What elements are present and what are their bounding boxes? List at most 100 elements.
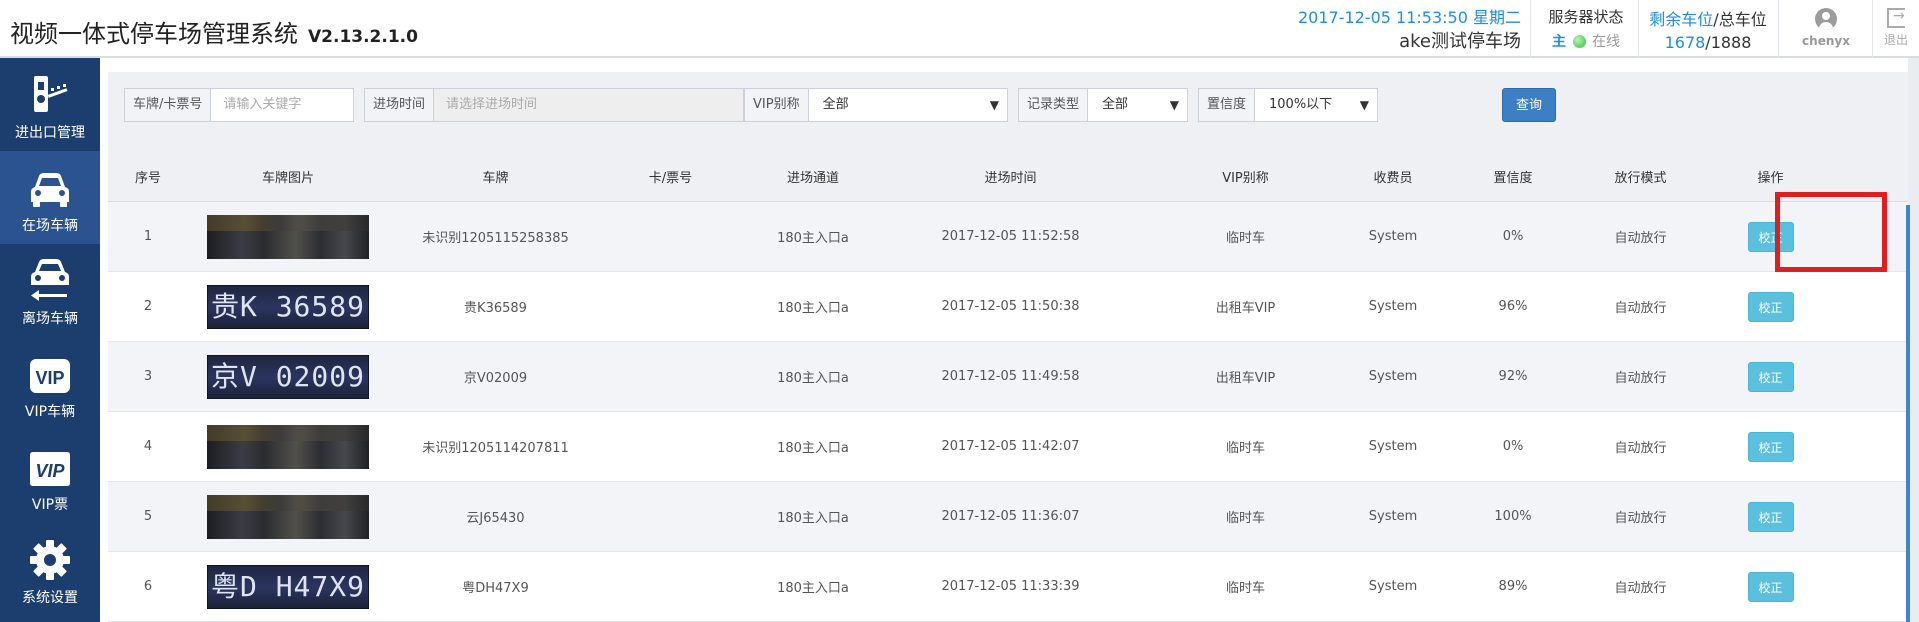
header-divider xyxy=(1778,0,1779,58)
sidebar-item-label: 进出口管理 xyxy=(15,125,85,141)
row-entry-time: 2017-12-05 11:36:07 xyxy=(941,509,1080,524)
filter-bar: 车牌/卡票号 请输入关键字 进场时间 请选择进场时间 VIP别称 全部 ▼ 记录… xyxy=(108,72,1908,152)
car-icon xyxy=(31,173,69,207)
row-no: 5 xyxy=(143,509,153,524)
sidebar-item-vip-vehicles[interactable]: VIP VIP车辆 xyxy=(0,337,100,430)
verify-button[interactable]: 校正 xyxy=(1747,221,1794,252)
row-release-mode: 自动放行 xyxy=(1614,231,1667,246)
spaces-remaining-value: 1678 xyxy=(1664,33,1706,52)
row-confidence: 0% xyxy=(1502,439,1524,454)
record-type-group: 记录类型 全部 ▼ xyxy=(1018,88,1188,122)
record-type-value: 全部 xyxy=(1102,97,1129,112)
plate-search-input[interactable]: 请输入关键字 xyxy=(211,89,353,121)
gate-barrier-icon xyxy=(34,76,68,112)
row-operator: System xyxy=(1368,369,1418,384)
record-type-label: 记录类型 xyxy=(1019,89,1089,121)
verify-button[interactable]: 校正 xyxy=(1747,361,1794,392)
row-operator: System xyxy=(1368,579,1418,594)
record-type-select[interactable]: 全部 ▼ xyxy=(1088,89,1187,121)
table-row[interactable]: 5 云J65430 180主入口a 2017-12-05 11:36:07 临时… xyxy=(108,482,1908,552)
gear-icon xyxy=(30,540,70,580)
online-status-icon xyxy=(1572,35,1586,48)
plate-image[interactable] xyxy=(207,424,369,469)
username: chenyx xyxy=(1802,34,1850,48)
row-channel: 180主入口a xyxy=(777,441,849,456)
plate-search-group: 车牌/卡票号 请输入关键字 xyxy=(124,88,354,122)
row-release-mode: 自动放行 xyxy=(1614,581,1667,596)
current-datetime: 2017-12-05 11:53:50 星期二 xyxy=(1297,8,1521,27)
row-operator: System xyxy=(1368,509,1418,524)
chevron-down-icon: ▼ xyxy=(1359,98,1369,112)
chevron-down-icon: ▼ xyxy=(989,98,999,112)
row-vip: 出租车VIP xyxy=(1215,371,1276,386)
table-row[interactable]: 2 贵K 36589 贵K36589 180主入口a 2017-12-05 11… xyxy=(108,272,1908,342)
row-plate: 京V02009 xyxy=(463,371,528,386)
row-no: 3 xyxy=(143,369,153,384)
plate-image[interactable] xyxy=(207,214,369,259)
plate-image-text: 粤D H47X9 xyxy=(210,569,365,603)
sidebar-item-label: 在场车辆 xyxy=(22,218,78,234)
verify-button[interactable]: 校正 xyxy=(1747,431,1794,462)
confidence-value: 100%以下 xyxy=(1269,97,1333,112)
row-release-mode: 自动放行 xyxy=(1614,371,1667,386)
column-header-vip: VIP别称 xyxy=(1222,171,1269,186)
user-menu[interactable]: chenyx xyxy=(1786,6,1866,48)
row-no: 1 xyxy=(143,229,153,244)
row-no: 2 xyxy=(143,299,153,314)
sidebar-item-gate-management[interactable]: 进出口管理 xyxy=(0,58,100,151)
column-header-card: 卡/票号 xyxy=(648,171,693,186)
sidebar-item-label: 离场车辆 xyxy=(22,311,78,327)
row-plate: 云J65430 xyxy=(466,511,525,526)
column-header-channel: 进场通道 xyxy=(786,171,839,186)
plate-image-text: 京V 02009 xyxy=(210,359,365,393)
sidebar-item-vip-tickets[interactable]: VIP VIP票 xyxy=(0,430,100,523)
sidebar-item-system-settings[interactable]: 系统设置 xyxy=(0,523,100,616)
row-confidence: 96% xyxy=(1498,299,1528,314)
entry-time-picker[interactable]: 请选择进场时间 xyxy=(434,89,743,121)
confidence-group: 置信度 100%以下 ▼ xyxy=(1198,88,1378,122)
top-header: 视频一体式停车场管理系统 V2.13.2.1.0 2017-12-05 11:53… xyxy=(0,0,1919,58)
column-header-plate-image: 车牌图片 xyxy=(261,171,314,186)
row-operator: System xyxy=(1368,439,1418,454)
plate-image[interactable]: 贵K 36589 xyxy=(207,284,369,329)
sidebar-item-departed-vehicles[interactable]: 离场车辆 xyxy=(0,244,100,337)
table-row[interactable]: 3 京V 02009 京V02009 180主入口a 2017-12-05 11… xyxy=(108,342,1908,412)
row-vip: 临时车 xyxy=(1225,231,1265,246)
confidence-select[interactable]: 100%以下 ▼ xyxy=(1255,89,1377,121)
verify-button[interactable]: 校正 xyxy=(1747,501,1794,532)
row-channel: 180主入口a xyxy=(777,231,849,246)
header-divider xyxy=(1872,0,1873,58)
row-release-mode: 自动放行 xyxy=(1614,301,1667,316)
row-channel: 180主入口a xyxy=(777,511,849,526)
server-role: 主 xyxy=(1552,34,1567,50)
row-confidence: 92% xyxy=(1498,369,1528,384)
row-no: 6 xyxy=(143,579,153,594)
entry-time-group: 进场时间 请选择进场时间 xyxy=(364,88,744,122)
vip-alias-select[interactable]: 全部 ▼ xyxy=(809,89,1007,121)
scrollbar-thumb[interactable] xyxy=(1906,205,1910,622)
logout-button[interactable]: 退出 xyxy=(1876,6,1916,48)
row-vip: 临时车 xyxy=(1225,581,1265,596)
verify-button[interactable]: 校正 xyxy=(1747,291,1794,322)
plate-image[interactable]: 京V 02009 xyxy=(207,354,369,399)
row-channel: 180主入口a xyxy=(777,301,849,316)
confidence-label: 置信度 xyxy=(1199,89,1256,121)
sidebar-item-parked-vehicles[interactable]: 在场车辆 xyxy=(0,151,100,244)
plate-search-label: 车牌/卡票号 xyxy=(125,89,212,121)
spaces-remaining-label: 剩余车位 xyxy=(1649,10,1714,29)
parking-lot-name: ake测试停车场 xyxy=(1399,31,1521,52)
vip-icon: VIP xyxy=(30,359,70,393)
car-leaving-icon xyxy=(31,259,69,301)
plate-image[interactable] xyxy=(207,494,369,539)
verify-button[interactable]: 校正 xyxy=(1747,571,1794,602)
table-row[interactable]: 1 未识别1205115258385 180主入口a 2017-12-05 11… xyxy=(108,202,1908,272)
table-row[interactable]: 6 粤D H47X9 粤DH47X9 180主入口a 2017-12-05 11… xyxy=(108,552,1908,622)
plate-image[interactable]: 粤D H47X9 xyxy=(207,564,369,609)
column-header-release-mode: 放行模式 xyxy=(1614,171,1667,186)
row-confidence: 0% xyxy=(1502,229,1524,244)
query-button[interactable]: 查询 xyxy=(1502,88,1556,122)
logout-label: 退出 xyxy=(1883,33,1908,47)
table-row[interactable]: 4 未识别1205114207811 180主入口a 2017-12-05 11… xyxy=(108,412,1908,482)
row-vip: 临时车 xyxy=(1225,441,1265,456)
parking-spaces: 剩余车位/总车位 1678/1888 xyxy=(1644,6,1772,52)
